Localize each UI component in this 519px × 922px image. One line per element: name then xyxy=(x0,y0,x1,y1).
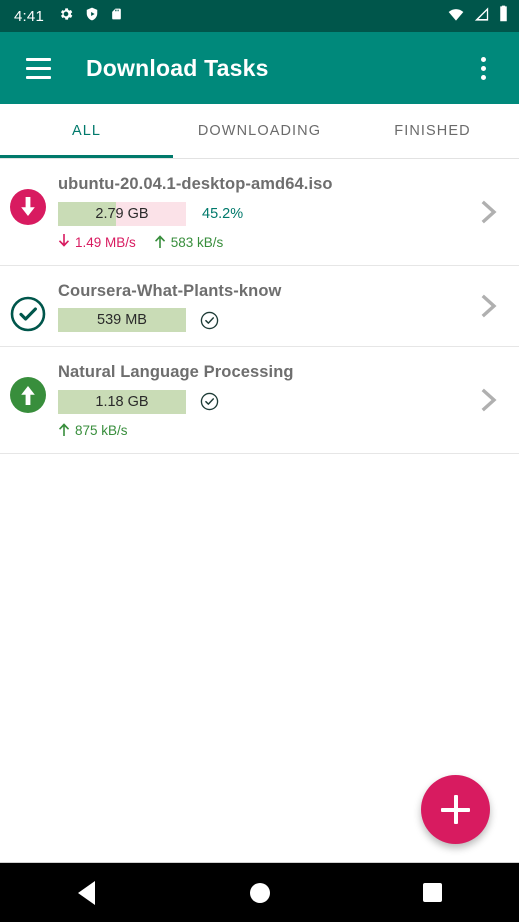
status-bar-notification-icons xyxy=(58,6,123,27)
progress-bar: 2.79 GB xyxy=(58,201,186,226)
task-details: ubuntu-20.04.1-desktop-amd64.iso 2.79 GB… xyxy=(58,173,503,251)
progress-bar: 539 MB xyxy=(58,308,186,333)
check-circle-outline-icon xyxy=(10,296,46,332)
tab-downloading-label: DOWNLOADING xyxy=(197,123,322,139)
tab-bar: ALL DOWNLOADING FINISHED xyxy=(0,104,519,159)
download-speed-label: 1.49 MB/s xyxy=(75,234,136,250)
task-speeds: 1.49 MB/s 583 kB/s xyxy=(58,233,503,251)
hamburger-menu-icon[interactable] xyxy=(16,46,60,90)
task-speeds: 875 kB/s xyxy=(58,422,503,439)
upload-arrow-icon xyxy=(154,234,166,251)
sd-card-icon xyxy=(110,6,123,27)
task-size: 2.79 GB xyxy=(95,205,149,222)
task-title: ubuntu-20.04.1-desktop-amd64.iso xyxy=(58,175,333,193)
download-speed: 1.49 MB/s xyxy=(58,233,136,251)
task-progress-row: 2.79 GB 45.2% xyxy=(58,201,503,226)
status-bar: 4:41 xyxy=(0,0,519,32)
upload-speed: 875 kB/s xyxy=(58,422,128,439)
shield-play-icon xyxy=(85,6,99,27)
task-percent: 45.2% xyxy=(202,205,244,222)
cellular-signal-icon xyxy=(473,6,490,27)
status-bar-clock: 4:41 xyxy=(14,7,44,25)
task-title: Natural Language Processing xyxy=(58,363,294,382)
upload-circle-icon xyxy=(10,377,46,414)
table-row[interactable]: ubuntu-20.04.1-desktop-amd64.iso 2.79 GB… xyxy=(0,159,519,266)
chevron-right-icon[interactable] xyxy=(477,294,501,318)
task-size: 1.18 GB xyxy=(95,393,149,410)
chevron-right-icon[interactable] xyxy=(477,200,501,224)
upload-speed: 583 kB/s xyxy=(154,234,224,251)
progress-bar: 1.18 GB xyxy=(58,389,186,414)
recents-square-icon xyxy=(423,883,442,902)
task-complete-icon xyxy=(200,311,219,330)
download-task-list: ubuntu-20.04.1-desktop-amd64.iso 2.79 GB… xyxy=(0,159,519,862)
task-details: Natural Language Processing 1.18 GB 875 … xyxy=(58,361,503,439)
app-bar: Download Tasks xyxy=(0,32,519,104)
download-circle-icon xyxy=(10,189,46,225)
task-size: 539 MB xyxy=(97,312,147,329)
wifi-icon xyxy=(447,6,465,27)
app-root: 4:41 Download Tasks ALL DOWNLOADING FINI… xyxy=(0,0,519,922)
gear-icon xyxy=(58,6,74,27)
add-task-button[interactable] xyxy=(421,775,490,844)
home-circle-icon xyxy=(249,882,270,903)
nav-recents-button[interactable] xyxy=(346,863,519,922)
tab-finished[interactable]: FINISHED xyxy=(346,104,519,158)
status-bar-system-icons xyxy=(447,5,509,27)
android-nav-bar xyxy=(0,862,519,922)
table-row[interactable]: Natural Language Processing 1.18 GB 875 … xyxy=(0,347,519,454)
task-title: Coursera-What-Plants-know xyxy=(58,281,282,300)
nav-back-button[interactable] xyxy=(0,863,173,922)
back-triangle-icon xyxy=(78,880,95,905)
overflow-menu-icon[interactable] xyxy=(463,46,503,90)
tab-all[interactable]: ALL xyxy=(0,104,173,158)
task-complete-icon xyxy=(200,392,219,411)
page-title: Download Tasks xyxy=(86,54,269,81)
task-progress-row: 539 MB xyxy=(58,308,503,333)
upload-arrow-icon xyxy=(58,422,70,439)
chevron-right-icon[interactable] xyxy=(477,388,501,412)
tab-finished-label: FINISHED xyxy=(394,123,471,139)
nav-home-button[interactable] xyxy=(173,863,346,922)
download-arrow-icon xyxy=(58,233,70,251)
battery-icon xyxy=(498,5,509,27)
task-details: Coursera-What-Plants-know 539 MB xyxy=(58,280,503,333)
table-row[interactable]: Coursera-What-Plants-know 539 MB xyxy=(0,266,519,348)
tab-all-label: ALL xyxy=(71,123,102,139)
upload-speed-label: 583 kB/s xyxy=(170,234,224,250)
tab-downloading[interactable]: DOWNLOADING xyxy=(173,104,346,158)
upload-speed-label: 875 kB/s xyxy=(75,422,128,438)
task-progress-row: 1.18 GB xyxy=(58,389,503,414)
